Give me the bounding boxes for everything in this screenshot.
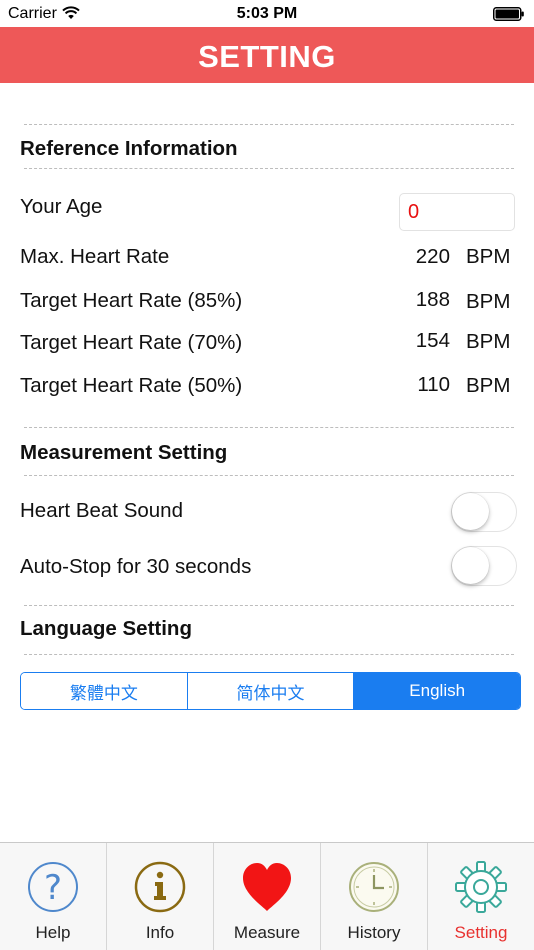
target-85-label: Target Heart Rate (85%) [20,289,243,312]
target-70-value: 154 [415,329,450,352]
target-50-value: 110 [417,373,450,396]
target-85-unit: BPM [466,290,511,313]
target-50-label: Target Heart Rate (50%) [20,374,243,397]
target-50-unit: BPM [466,374,511,397]
section-title-measurement: Measurement Setting [20,441,228,464]
divider [24,654,514,655]
language-option-simplified-chinese[interactable]: 简体中文 [187,673,355,709]
clock-icon [346,859,402,915]
divider [24,124,514,125]
divider [24,475,514,476]
toggle-knob [452,493,489,530]
heart-beat-sound-toggle[interactable] [451,492,517,532]
language-option-traditional-chinese[interactable]: 繁體中文 [21,673,188,709]
svg-text:?: ? [44,868,62,908]
max-heart-rate-unit: BPM [466,245,511,268]
target-70-unit: BPM [466,330,511,353]
battery-icon [493,7,525,26]
tab-info[interactable]: Info [107,843,214,950]
language-segmented-control[interactable]: 繁體中文 简体中文 English [20,672,521,710]
language-option-english[interactable]: English [354,673,520,709]
tab-label-setting: Setting [454,923,508,942]
tab-label-history: History [347,923,401,942]
page-title: SETTING [198,39,336,74]
divider [24,427,514,428]
age-input[interactable] [399,193,515,231]
tab-label-help: Help [35,923,71,942]
tab-help[interactable]: ? Help [0,843,107,950]
toggle-knob [452,547,489,584]
status-bar: Carrier 5:03 PM [0,0,534,28]
tab-label-measure: Measure [233,923,301,942]
target-85-value: 188 [415,288,450,311]
tab-measure[interactable]: Measure [214,843,321,950]
help-icon: ? [25,859,81,915]
auto-stop-label: Auto-Stop for 30 seconds [20,555,252,578]
heart-icon [239,859,295,915]
target-70-label: Target Heart Rate (70%) [20,331,243,354]
gear-icon [453,859,509,915]
header-bar: SETTING [0,27,534,83]
tab-label-info: Info [145,923,175,942]
tab-history[interactable]: History [321,843,428,950]
max-heart-rate-value: 220 [415,245,450,268]
divider [24,605,514,606]
auto-stop-toggle[interactable] [451,546,517,586]
divider [24,168,514,169]
status-time: 5:03 PM [236,5,298,22]
section-title-reference: Reference Information [20,137,238,160]
section-title-language: Language Setting [20,617,192,640]
max-heart-rate-label: Max. Heart Rate [20,245,170,268]
heart-beat-sound-label: Heart Beat Sound [20,499,183,522]
tab-setting[interactable]: Setting [428,843,534,950]
tab-bar: ? Help Info Measure History Setting [0,842,534,950]
age-label: Your Age [20,195,103,218]
info-icon [132,859,188,915]
